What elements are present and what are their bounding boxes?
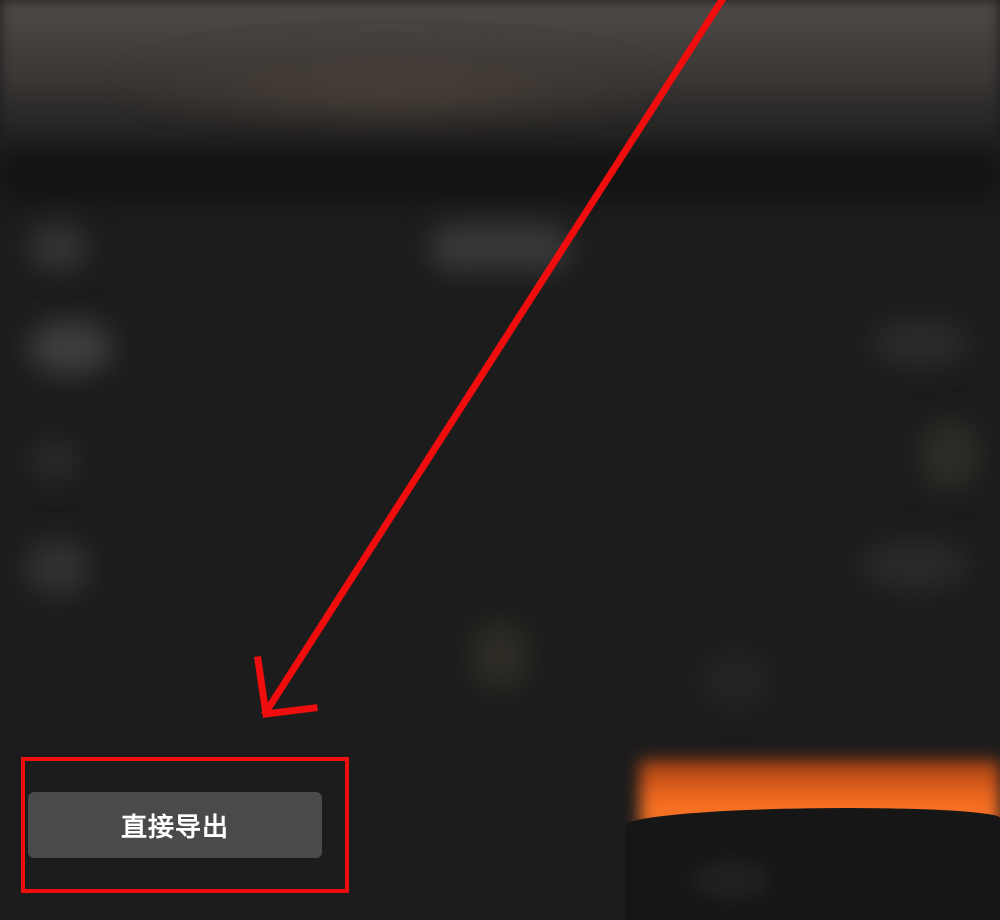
blurred-icon [920,420,980,490]
blurred-icon [30,440,80,480]
blurred-icon [700,650,770,710]
blurred-label [870,320,970,365]
blurred-editor-screen: 直接导出 [0,0,1000,920]
dark-panel-decoration [625,808,1000,920]
blurred-icon [25,540,90,595]
blurred-title [430,225,570,270]
blurred-icon [28,225,88,270]
direct-export-button[interactable]: 直接导出 [28,792,322,858]
arrow-head [254,656,318,718]
blurred-label [860,540,970,590]
blurred-icon [470,620,530,690]
blurred-preview-highlight [110,40,670,130]
blurred-divider [0,150,1000,200]
blurred-icon [28,320,113,375]
blurred-icon [690,860,770,900]
